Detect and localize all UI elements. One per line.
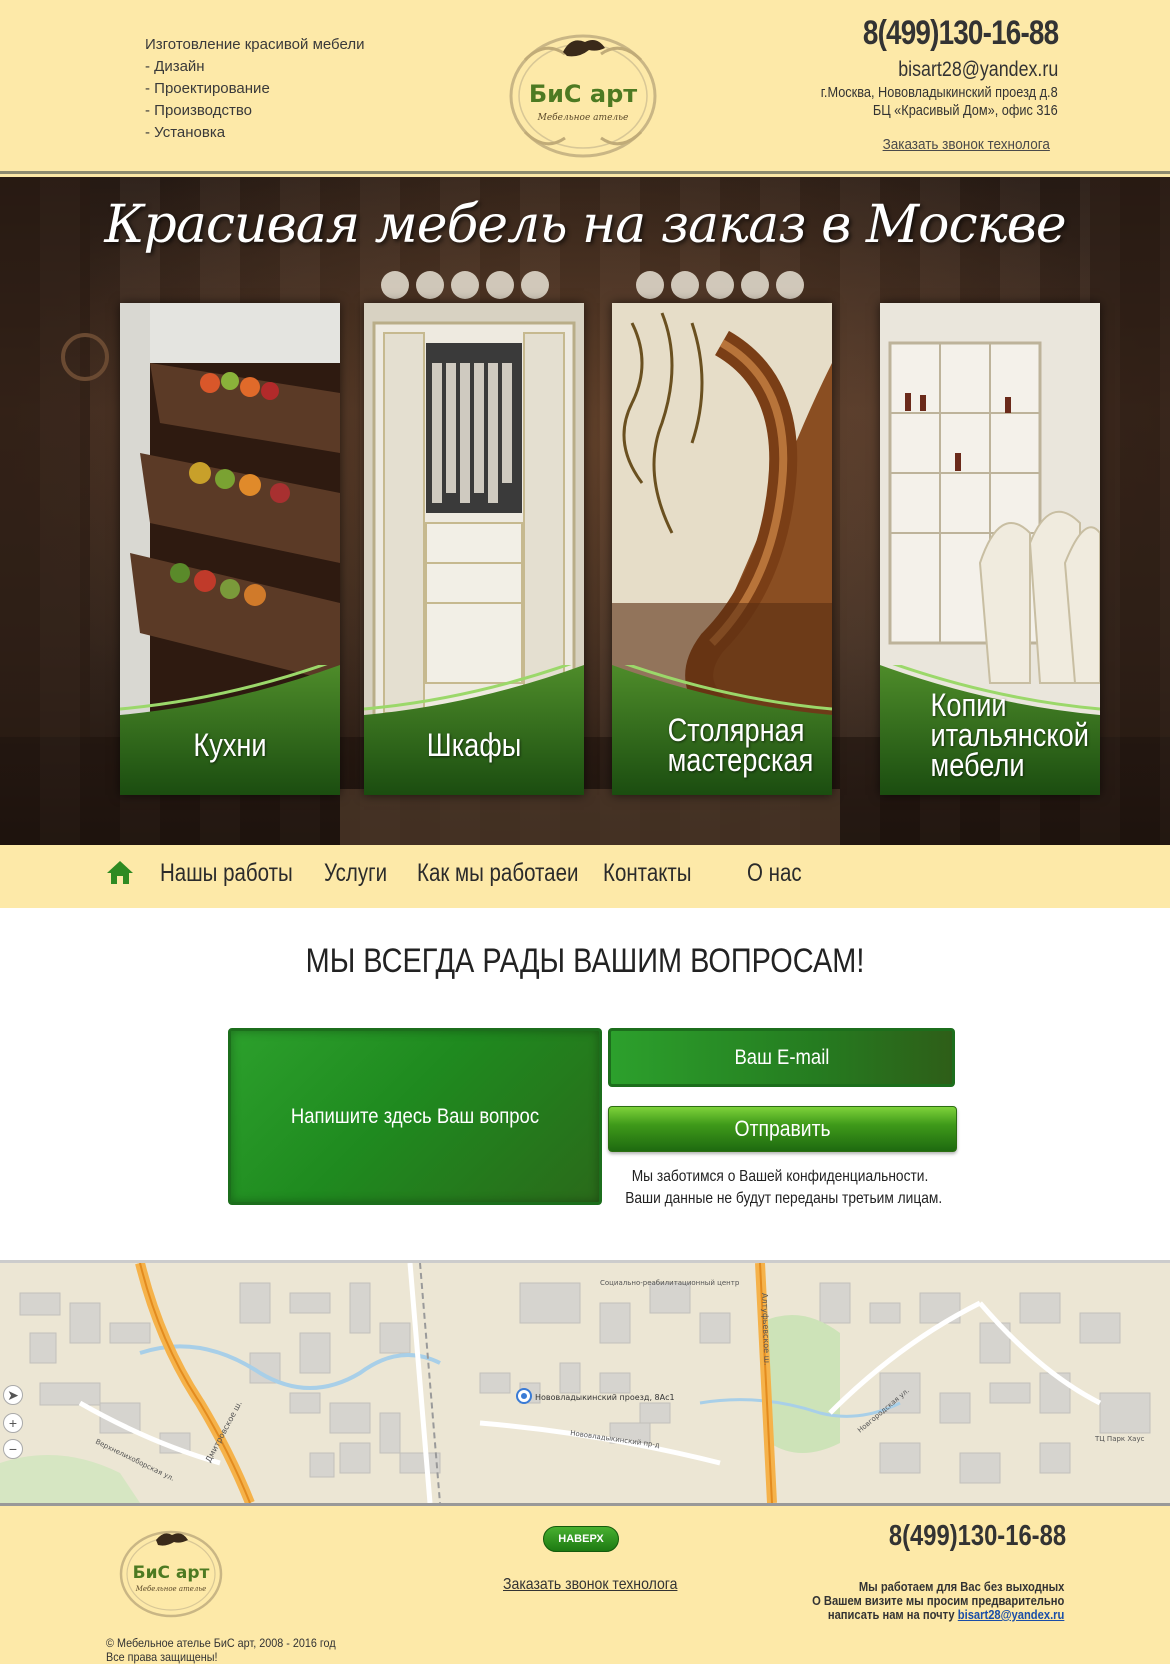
copyright-line1: © Мебельное ателье БиС арт, 2008 - 2016 …: [106, 1636, 336, 1650]
logo-text: БиС арт: [529, 80, 637, 108]
copyright-line2: Все права защищены!: [106, 1650, 218, 1664]
footer-callback-link[interactable]: Заказать звонок технолога: [503, 1576, 677, 1594]
email-field[interactable]: Ваш E-mail: [608, 1028, 955, 1087]
card-label-wardrobes: Шкафы: [426, 727, 522, 763]
privacy-line-2: Ваши данные не будут переданы третьим ли…: [625, 1190, 943, 1207]
italian-furniture-image: [880, 303, 1100, 723]
map-label-rehab-center: Социально-реабилитационный центр: [600, 1279, 740, 1287]
footer-phone[interactable]: 8(499)130-16-88: [889, 1520, 1066, 1553]
card-label-italian-line3: мебели: [930, 747, 1025, 783]
back-to-top-button[interactable]: НАВЕРХ: [543, 1526, 619, 1552]
card-label-carpentry-line2: мастерская: [667, 742, 814, 778]
footer-logo[interactable]: БиС арт Мебельное ателье: [116, 1526, 226, 1618]
card-label-carpentry-line1: Столярная: [667, 712, 805, 748]
footer-info-line3: написать нам на почту bisart28@yandex.ru: [812, 1608, 1064, 1622]
bis-art-logo[interactable]: БиС арт Мебельное ателье: [505, 30, 661, 160]
question-textarea[interactable]: Напишите здесь Ваш вопрос: [228, 1028, 602, 1205]
header-email[interactable]: bisart28@yandex.ru: [898, 58, 1058, 82]
main-nav: Нашы работы Услуги Как мы работаеи Конта…: [0, 845, 1170, 908]
zoom-in-icon[interactable]: +: [3, 1413, 23, 1433]
service-item-installation: - Установка: [145, 124, 226, 141]
card-carpentry[interactable]: Столярная мастерская: [612, 303, 832, 795]
header-address: г.Москва, Нововладыкинский проезд д.8 БЦ…: [821, 84, 1058, 120]
kitchen-drawers-image: [120, 303, 340, 723]
nav-item-works[interactable]: Нашы работы: [160, 859, 293, 888]
card-italian-furniture[interactable]: Копии итальянской мебели: [880, 303, 1100, 795]
question-form-section: МЫ ВСЕГДА РАДЫ ВАШИМ ВОПРОСАМ! Напишите …: [0, 908, 1170, 1260]
wardrobe-image: [364, 303, 584, 723]
card-kitchens[interactable]: Кухни: [120, 303, 340, 795]
site-header: Изготовление красивой мебели - Дизайн - …: [0, 0, 1170, 174]
footer-logo-text: БиС арт: [133, 1563, 210, 1583]
nav-item-contacts[interactable]: Контакты: [603, 859, 692, 888]
card-label-carpentry: Столярная мастерская: [629, 695, 816, 795]
nav-item-services[interactable]: Услуги: [324, 859, 387, 888]
card-label-italian-line1: Копии: [930, 687, 1007, 723]
copyright: © Мебельное ателье БиС арт, 2008 - 2016 …: [106, 1636, 336, 1664]
header-phone[interactable]: 8(499)130-16-88: [863, 14, 1059, 53]
footer-info-line3-text: написать нам на почту: [827, 1607, 958, 1622]
services-list: Изготовление красивой мебели - Дизайн - …: [145, 34, 364, 144]
card-label-kitchens: Кухни: [193, 727, 267, 763]
footer-email-link[interactable]: bisart28@yandex.ru: [957, 1607, 1064, 1622]
home-icon[interactable]: [106, 859, 134, 885]
nav-item-how-we-work[interactable]: Как мы работаеи: [417, 859, 578, 888]
service-item-planning: - Проектирование: [145, 80, 270, 97]
card-label-italian-furniture: Копии итальянской мебели: [897, 675, 1089, 795]
service-item-production: - Производство: [145, 102, 252, 119]
send-button[interactable]: Отправить: [608, 1106, 957, 1152]
hero-section: Красивая мебель на заказ в Москве Кухни: [0, 177, 1170, 845]
address-line-1: г.Москва, Нововладыкинский проезд д.8: [821, 84, 1058, 101]
service-item-design: - Дизайн: [145, 58, 205, 75]
footer-info-line2: О Вашем визите мы просим предварительно: [811, 1593, 1064, 1608]
form-title: МЫ ВСЕГДА РАДЫ ВАШИМ ВОПРОСАМ!: [305, 942, 865, 980]
privacy-line-1: Мы заботимся о Вашей конфиденциальности.: [631, 1168, 929, 1185]
footer-info-line1: Мы работаем для Вас без выходных: [858, 1579, 1064, 1594]
location-map[interactable]: Нововладыкинский проезд, 8Ас1 Дмитровско…: [0, 1260, 1170, 1506]
card-wardrobes[interactable]: Шкафы: [364, 303, 584, 795]
address-line-2: БЦ «Красивый Дом», офис 316: [873, 102, 1058, 119]
hero-title: Красивая мебель на заказ в Москве: [104, 195, 1066, 255]
map-canvas[interactable]: Нововладыкинский проезд, 8Ас1 Дмитровско…: [0, 1263, 1170, 1503]
services-title: Изготовление красивой мебели: [145, 36, 365, 53]
send-button-label: Отправить: [734, 1116, 831, 1141]
question-placeholder: Напишите здесь Ваш вопрос: [290, 1104, 540, 1128]
footer-logo-subtext: Мебельное ателье: [135, 1585, 207, 1593]
logo-subtext: Мебельное ателье: [537, 112, 629, 123]
locate-icon[interactable]: ➤: [3, 1385, 23, 1405]
map-marker-label: Нововладыкинский проезд, 8Ас1: [535, 1393, 675, 1402]
site-footer: БиС арт Мебельное ателье НАВЕРХ Заказать…: [0, 1506, 1170, 1664]
footer-info: Мы работаем для Вас без выходных О Вашем…: [812, 1580, 1064, 1622]
privacy-note: Мы заботимся о Вашей конфиденциальности.…: [600, 1166, 960, 1210]
header-callback-link[interactable]: Заказать звонок технолога: [883, 136, 1050, 153]
card-label-italian-line2: итальянской: [930, 717, 1089, 753]
nav-item-about[interactable]: О нас: [747, 859, 802, 888]
staircase-image: [612, 303, 832, 723]
email-placeholder: Ваш E-mail: [734, 1045, 829, 1069]
zoom-out-icon[interactable]: −: [3, 1439, 23, 1459]
map-label-park-house: ТЦ Парк Хаус: [1094, 1435, 1145, 1443]
